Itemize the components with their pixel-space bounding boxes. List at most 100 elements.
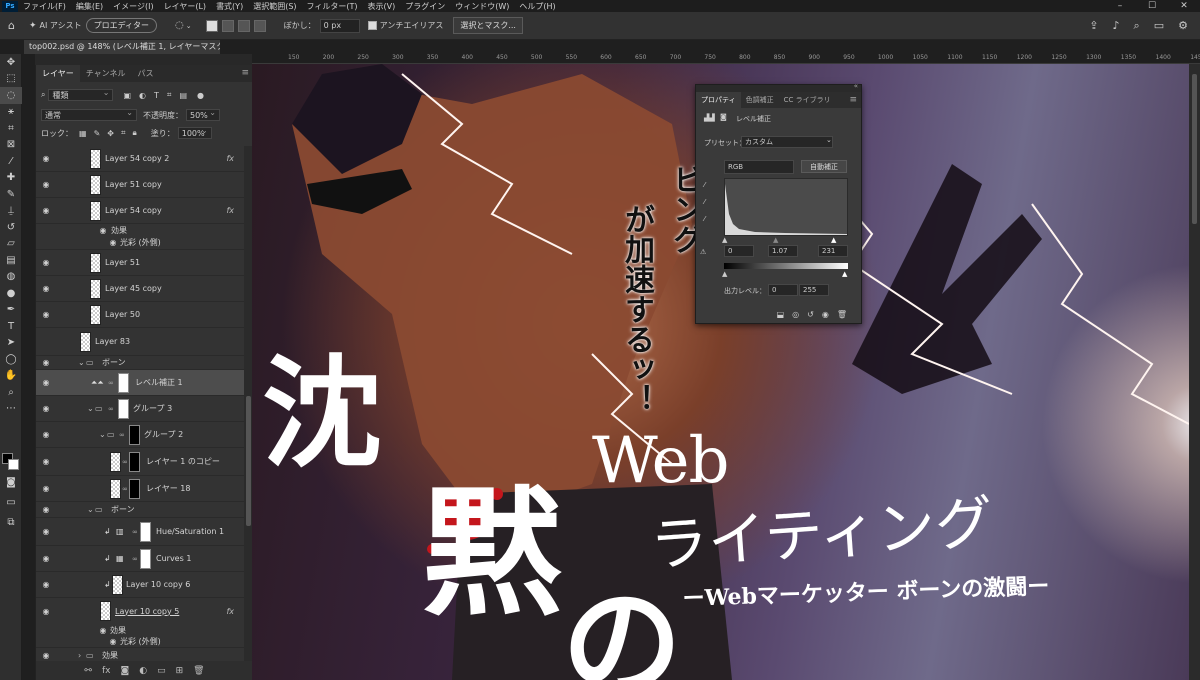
layer-mask-thumbnail[interactable] <box>129 425 140 445</box>
input-black-slider[interactable]: ▲ <box>722 236 727 244</box>
blend-mode-select[interactable]: 通常 <box>41 107 137 121</box>
panel-grip[interactable]: « <box>696 82 861 92</box>
effects-row[interactable]: ◉ 効果 <box>36 624 244 636</box>
black-point-eyedropper-icon[interactable]: ⁄ <box>704 181 705 189</box>
layer-mask-thumbnail[interactable] <box>118 373 129 393</box>
visibility-eye-icon[interactable]: ◉ <box>41 430 51 439</box>
tab-properties[interactable]: プロパティ <box>696 92 741 108</box>
lock-pixels-icon[interactable]: ✎ <box>94 129 101 138</box>
visibility-eye-icon[interactable]: ◉ <box>41 154 51 163</box>
layer-row[interactable]: ◉ Layer 54 copy fx <box>36 198 244 224</box>
input-highlight-field[interactable]: 231 <box>818 245 848 257</box>
layer-row-selected[interactable]: ◉ ⏶⏶ ∞ レベル補正 1 <box>36 370 244 396</box>
mask-icon[interactable]: ◙ <box>720 113 727 121</box>
visibility-eye-icon[interactable]: ◉ <box>41 484 51 493</box>
opacity-input[interactable]: 50% <box>186 107 220 121</box>
history-brush-tool-icon[interactable]: ↺ <box>0 219 22 236</box>
panel-menu-icon[interactable]: ≡ <box>849 92 857 108</box>
layer-mask-thumbnail[interactable] <box>118 399 129 419</box>
visibility-eye-icon[interactable]: ◉ <box>41 527 51 536</box>
eyedropper-tool-icon[interactable]: ⁄ <box>0 153 22 170</box>
lock-position-icon[interactable]: ✥ <box>107 129 114 138</box>
shape-tool-icon[interactable]: ◯ <box>0 351 22 368</box>
filter-type-icon[interactable]: T <box>154 91 159 100</box>
path-selection-tool-icon[interactable]: ➤ <box>0 335 22 352</box>
layer-mask-thumbnail[interactable] <box>129 479 140 499</box>
effect-item-row[interactable]: ◉ 光彩 (外側) <box>36 636 244 648</box>
tab-layers[interactable]: レイヤー <box>36 65 80 82</box>
menu-file[interactable]: ファイル(F) <box>18 1 71 12</box>
group-row[interactable]: ◉ ⌄ ▭ ∞ グループ 2 <box>36 422 244 448</box>
clip-to-layer-icon[interactable]: ⬓ <box>777 310 785 319</box>
tab-cc-libraries[interactable]: CC ライブラリ <box>779 92 836 108</box>
output-white-slider[interactable]: ▲ <box>842 270 847 278</box>
canvas-scrollbar[interactable] <box>1189 64 1200 680</box>
visibility-toggle-icon[interactable]: ◉ <box>822 310 829 319</box>
layer-row[interactable]: ◉ Layer 51 copy <box>36 172 244 198</box>
fx-icon[interactable]: fx <box>226 154 234 163</box>
mask-link-icon[interactable]: ∞ <box>119 431 125 439</box>
visibility-eye-icon[interactable]: ◉ <box>41 651 51 660</box>
visibility-eye-icon[interactable]: ◉ <box>41 180 51 189</box>
layer-row[interactable]: ◉ Layer 54 copy 2 fx <box>36 146 244 172</box>
visibility-eye-icon[interactable]: ◉ <box>41 358 51 367</box>
pro-editor-button[interactable]: プロエディター <box>85 18 158 33</box>
visibility-eye-icon[interactable]: ◉ <box>41 607 51 616</box>
menu-window[interactable]: ウィンドウ(W) <box>450 1 514 12</box>
layer-mask-thumbnail[interactable] <box>129 452 140 472</box>
layer-row[interactable]: ◉ Layer 51 <box>36 250 244 276</box>
filter-toggle-icon[interactable]: ● <box>197 91 204 100</box>
minimize-icon[interactable]: – <box>1104 1 1136 11</box>
new-group-icon[interactable]: ▭ <box>157 666 166 676</box>
visibility-eye-icon[interactable]: ◉ <box>41 505 51 514</box>
input-gamma-slider[interactable]: ▲ <box>773 236 778 244</box>
hand-tool-icon[interactable]: ✋ <box>0 368 22 385</box>
group-chevron-icon[interactable]: ⌄ <box>99 430 106 439</box>
mask-link-icon[interactable]: ∞ <box>122 485 128 493</box>
delete-adjustment-icon[interactable]: 🗑︎ <box>837 310 847 319</box>
input-shadow-field[interactable]: 0 <box>724 245 754 257</box>
gradient-tool-icon[interactable]: ▤ <box>0 252 22 269</box>
frame-tool-icon[interactable]: ⊠ <box>0 137 22 154</box>
layer-row[interactable]: ◉ ↲ ▦ ∞ Curves 1 <box>36 546 244 572</box>
mask-link-icon[interactable]: ∞ <box>108 379 114 387</box>
feather-input[interactable]: 0 px <box>319 18 360 33</box>
healing-tool-icon[interactable]: ✚ <box>0 170 22 187</box>
group-chevron-icon[interactable]: › <box>78 651 81 660</box>
filter-smart-icon[interactable]: ▤ <box>179 91 187 100</box>
document-tab[interactable]: top002.psd @ 148% (レベル補正 1, レイヤーマスク/8) *… <box>24 40 220 54</box>
output-black-slider[interactable]: ▲ <box>722 270 727 278</box>
tab-channels[interactable]: チャンネル <box>80 65 132 82</box>
lasso-icon[interactable]: ◌ <box>175 20 184 31</box>
intersect-selection-icon[interactable] <box>253 19 266 32</box>
fx-add-icon[interactable]: fx <box>102 666 111 676</box>
visibility-eye-icon[interactable]: ◉ <box>41 378 51 387</box>
quick-mask-icon[interactable]: ◙ <box>0 474 22 491</box>
menu-filter[interactable]: フィルター(T) <box>302 1 363 12</box>
maximize-icon[interactable]: ☐ <box>1136 1 1168 11</box>
mask-link-icon[interactable]: ∞ <box>132 528 138 536</box>
chevron-down-icon[interactable]: ⌄ <box>186 22 192 30</box>
reset-icon[interactable]: ↺ <box>807 310 814 319</box>
brush-tool-icon[interactable]: ✎ <box>0 186 22 203</box>
layer-row[interactable]: ◉ ∞ レイヤー 18 <box>36 476 244 502</box>
filter-adjustment-icon[interactable]: ◐ <box>139 91 146 100</box>
layer-row[interactable]: ◉ ↲ Layer 10 copy 6 <box>36 572 244 598</box>
layer-mask-thumbnail[interactable] <box>140 522 151 542</box>
visibility-eye-icon[interactable]: ◉ <box>41 206 51 215</box>
add-selection-icon[interactable] <box>221 19 234 32</box>
canvas-scrollbar-thumb[interactable] <box>1192 74 1197 224</box>
new-selection-icon[interactable] <box>205 19 218 32</box>
new-adjustment-icon[interactable]: ◐ <box>139 666 147 676</box>
fx-icon[interactable]: fx <box>226 607 234 616</box>
auto-button[interactable]: 自動補正 <box>801 160 847 173</box>
menu-edit[interactable]: 編集(E) <box>71 1 108 12</box>
layer-row[interactable]: ◉ ↲ ▥ ∞ Hue/Saturation 1 <box>36 518 244 546</box>
collapse-panel-icon[interactable]: « <box>854 82 858 90</box>
layer-row[interactable]: Layer 83 <box>36 328 244 356</box>
output-high-field[interactable]: 255 <box>799 284 829 296</box>
antialias-checkbox[interactable] <box>367 21 377 30</box>
group-row[interactable]: ◉ ⌄ ▭ ∞ グループ 3 <box>36 396 244 422</box>
visibility-eye-icon[interactable]: ◉ <box>41 554 51 563</box>
group-row[interactable]: ◉ › ▭ 効果 <box>36 648 244 661</box>
